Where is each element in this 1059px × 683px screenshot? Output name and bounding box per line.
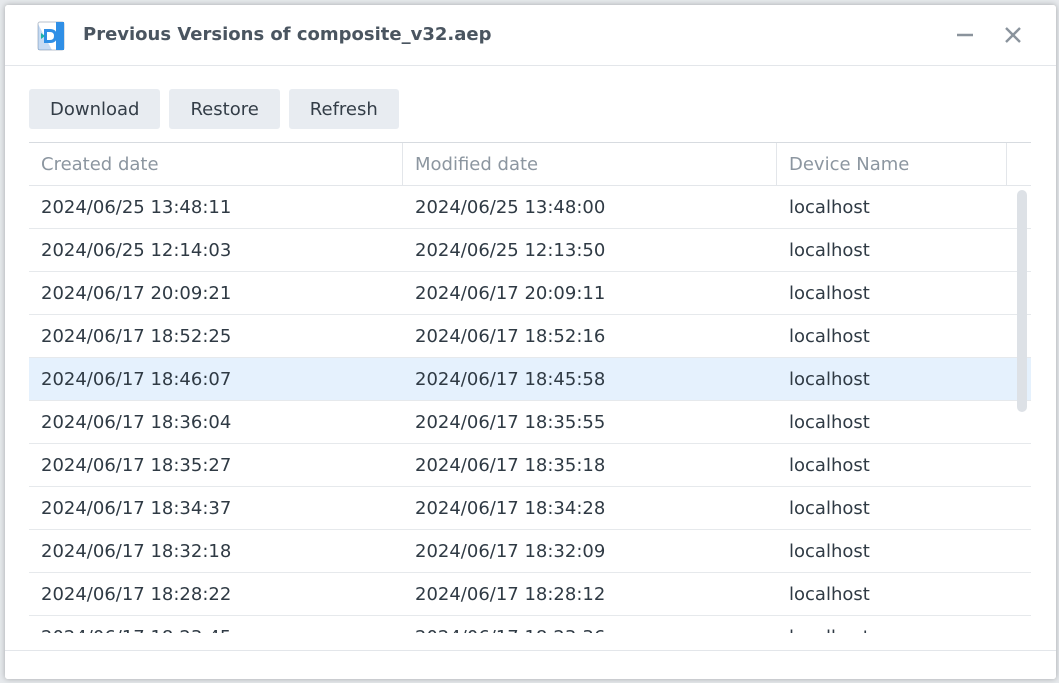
table-row[interactable]: 2024/06/17 18:36:04 2024/06/17 18:35:55 lo… xyxy=(29,401,1031,444)
created-date-cell: 2024/06/25 13:48:11 xyxy=(41,196,232,218)
table-row[interactable]: 2024/06/17 18:28:22 2024/06/17 18:28:12 lo… xyxy=(29,573,1031,616)
table-row[interactable]: 2024/06/17 18:32:18 2024/06/17 18:32:09 lo… xyxy=(29,530,1031,573)
table-row[interactable]: 2024/06/17 18:46:07 2024/06/17 18:45:58 lo… xyxy=(29,358,1031,401)
column-header-device-name[interactable]: Device Name xyxy=(777,143,1007,185)
modified-date-cell: 2024/06/17 18:35:18 xyxy=(415,454,606,476)
modified-date-cell: 2024/06/17 18:32:09 xyxy=(415,540,606,562)
created-date-cell: 2024/06/17 18:35:27 xyxy=(41,454,232,476)
device-name-cell: localhost xyxy=(789,540,870,562)
dialog-footer xyxy=(5,650,1056,679)
device-name-cell: localhost xyxy=(789,454,870,476)
table-row[interactable]: 2024/06/25 13:48:11 2024/06/25 13:48:00 lo… xyxy=(29,186,1031,229)
modified-date-cell: 2024/06/17 20:09:11 xyxy=(415,282,606,304)
column-header-modified-date[interactable]: Modified date xyxy=(403,143,777,185)
table-row[interactable]: 2024/06/17 18:23:452024/06/17 18:23:36lo… xyxy=(29,616,1031,634)
device-name-cell: localhost xyxy=(789,282,870,304)
table-row[interactable]: 2024/06/17 20:09:21 2024/06/17 20:09:11 lo… xyxy=(29,272,1031,315)
created-date-cell: 2024/06/17 18:52:25 xyxy=(41,325,232,347)
device-name-cell: localhost xyxy=(789,411,870,433)
close-icon xyxy=(1005,27,1021,43)
table-row[interactable]: 2024/06/25 12:14:03 2024/06/25 12:13:50 lo… xyxy=(29,229,1031,272)
device-name-cell: localhost xyxy=(789,368,870,390)
device-name-cell: localhost xyxy=(789,325,870,347)
modified-date-cell: 2024/06/25 13:48:00 xyxy=(415,196,606,218)
modified-date-cell: 2024/06/17 18:23:36 xyxy=(403,616,777,634)
modified-date-cell: 2024/06/17 18:35:55 xyxy=(415,411,606,433)
table-body[interactable]: 2024/06/25 13:48:11 2024/06/25 13:48:00 lo… xyxy=(29,186,1031,633)
drive-app-icon xyxy=(34,20,68,52)
minimize-button[interactable] xyxy=(951,21,979,49)
created-date-cell: 2024/06/17 18:28:22 xyxy=(41,583,232,605)
refresh-button[interactable]: Refresh xyxy=(288,89,399,129)
device-name-cell: localhost xyxy=(789,239,870,261)
dialog-title: Previous Versions of composite_v32.aep xyxy=(83,24,492,45)
modified-date-cell: 2024/06/17 18:45:58 xyxy=(415,368,606,390)
device-name-cell: localhost xyxy=(777,616,1031,634)
column-header-created-date[interactable]: Created date xyxy=(29,143,403,185)
table-header: Created date Modified date Device Name xyxy=(29,143,1031,186)
close-button[interactable] xyxy=(999,21,1027,49)
created-date-cell: 2024/06/17 20:09:21 xyxy=(41,282,232,304)
vertical-scrollbar[interactable] xyxy=(1017,190,1027,412)
restore-button[interactable]: Restore xyxy=(169,89,280,129)
title-bar[interactable]: Previous Versions of composite_v32.aep xyxy=(5,5,1056,66)
modified-date-cell: 2024/06/17 18:28:12 xyxy=(415,583,606,605)
minimize-icon xyxy=(957,33,973,37)
column-header-spacer xyxy=(1007,143,1031,185)
table-row[interactable]: 2024/06/17 18:52:25 2024/06/17 18:52:16 lo… xyxy=(29,315,1031,358)
created-date-cell: 2024/06/17 18:36:04 xyxy=(41,411,232,433)
device-name-cell: localhost xyxy=(789,497,870,519)
download-button[interactable]: Download xyxy=(29,89,161,129)
modified-date-cell: 2024/06/25 12:13:50 xyxy=(415,239,606,261)
device-name-cell: localhost xyxy=(789,583,870,605)
created-date-cell: 2024/06/17 18:46:07 xyxy=(41,368,232,390)
table-row[interactable]: 2024/06/17 18:35:27 2024/06/17 18:35:18 lo… xyxy=(29,444,1031,487)
modified-date-cell: 2024/06/17 18:52:16 xyxy=(415,325,606,347)
created-date-cell: 2024/06/17 18:32:18 xyxy=(41,540,232,562)
created-date-cell: 2024/06/17 18:23:45 xyxy=(29,616,403,634)
created-date-cell: 2024/06/25 12:14:03 xyxy=(41,239,232,261)
created-date-cell: 2024/06/17 18:34:37 xyxy=(41,497,232,519)
previous-versions-dialog: Previous Versions of composite_v32.aep D… xyxy=(5,5,1056,679)
modified-date-cell: 2024/06/17 18:34:28 xyxy=(415,497,606,519)
toolbar: Download Restore Refresh xyxy=(29,89,399,129)
versions-table: Created date Modified date Device Name 2… xyxy=(29,142,1031,633)
device-name-cell: localhost xyxy=(789,196,870,218)
table-row[interactable]: 2024/06/17 18:34:37 2024/06/17 18:34:28 lo… xyxy=(29,487,1031,530)
